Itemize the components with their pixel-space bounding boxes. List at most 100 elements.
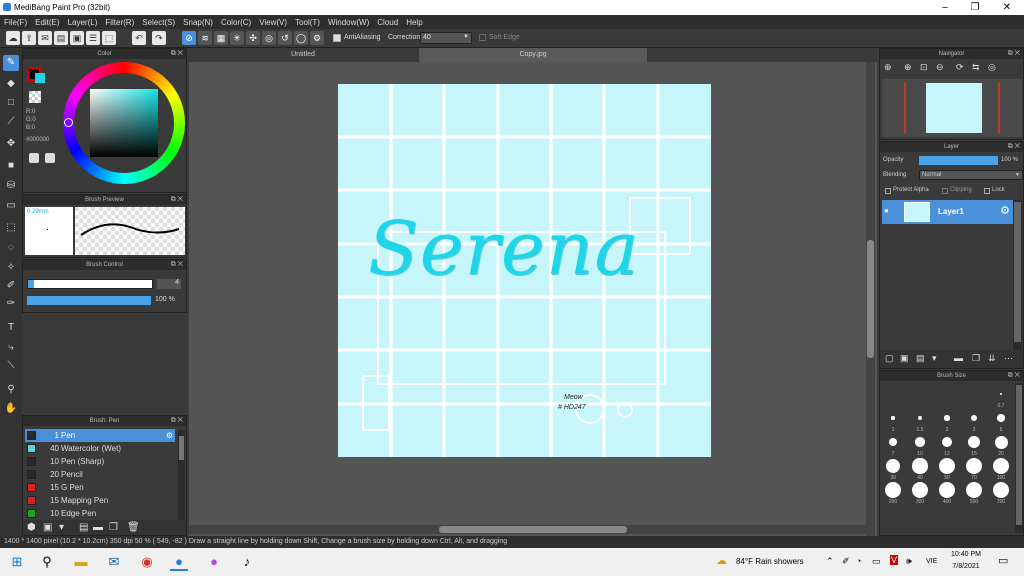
divide-tool-icon[interactable]: ⟍ <box>3 358 19 374</box>
drawing-canvas[interactable]: Serena Meow # HD247 <box>338 84 711 457</box>
undo-icon[interactable]: ↶ <box>132 31 146 45</box>
add-layer-menu-icon[interactable]: ▾ <box>932 353 937 364</box>
hue-wheel[interactable] <box>63 62 185 184</box>
palette-icon[interactable] <box>29 153 39 163</box>
protect-alpha-checkbox[interactable] <box>885 188 891 194</box>
close-button[interactable]: ✕ <box>992 1 1022 14</box>
redo-icon[interactable]: ↷ <box>152 31 166 45</box>
menu-help[interactable]: Help <box>406 18 422 27</box>
soft-edge-checkbox[interactable] <box>479 34 486 41</box>
magic-wand-tool-icon[interactable]: ✧ <box>3 260 19 276</box>
mail-icon[interactable]: ✉ <box>105 553 123 571</box>
add-layer-icon[interactable]: ▢ <box>885 353 894 364</box>
brush-item-mapping-pen[interactable]: 15 Mapping Pen <box>25 494 175 507</box>
brush-item-pencil[interactable]: 20 Pencil <box>25 468 175 481</box>
layer-scrollbar[interactable] <box>1013 200 1022 350</box>
export-icon[interactable]: ⬚ <box>102 31 116 45</box>
menu-snap[interactable]: Snap(N) <box>183 18 213 27</box>
brush-item-pen-sharp[interactable]: 10 Pen (Sharp) <box>25 455 175 468</box>
grid-snap-icon[interactable]: ▦ <box>214 31 228 45</box>
menu-tool[interactable]: Tool(T) <box>295 18 320 27</box>
correction-select[interactable]: 40 ▼ <box>420 32 472 44</box>
panel-icon[interactable]: ▤ <box>54 31 68 45</box>
snap-off-icon[interactable]: ⊘ <box>182 31 196 45</box>
panel-controls-icon[interactable]: ⧉ ✕ <box>171 416 183 426</box>
windows-start-icon[interactable]: ⊞ <box>8 553 26 571</box>
folder-icon[interactable]: ▬ <box>954 353 963 363</box>
add-halftone-layer-icon[interactable]: ▣ <box>900 353 909 364</box>
fill-rect-tool-icon[interactable]: ■ <box>3 158 19 174</box>
brush-size-dot[interactable] <box>885 482 901 498</box>
volume-icon[interactable]: 🕪 <box>906 556 912 567</box>
flip-icon[interactable]: ⇆ <box>972 62 980 73</box>
move-tool-icon[interactable]: ✥ <box>3 136 19 152</box>
tiktok-icon[interactable]: ♪ <box>238 553 256 571</box>
weather-text[interactable]: 84°F Rain showers <box>736 557 804 566</box>
brush-item-watercolor[interactable]: 40 Watercolor (Wet) <box>25 442 175 455</box>
brush-opacity-slider[interactable] <box>27 296 151 305</box>
file-explorer-icon[interactable]: ▬ <box>72 553 90 571</box>
layer-opacity-slider[interactable] <box>919 156 998 165</box>
folder-icon[interactable]: ▬ <box>93 522 103 533</box>
brush-size-slider[interactable] <box>27 279 153 289</box>
select-pen-tool-icon[interactable]: ✐ <box>3 278 19 294</box>
language-indicator[interactable]: VIE <box>926 558 937 565</box>
brush-size-dot[interactable] <box>966 482 982 498</box>
wifi-icon[interactable]: ◔ <box>856 556 861 566</box>
minimize-button[interactable]: – <box>930 1 960 14</box>
curve-snap-icon[interactable]: ↺ <box>278 31 292 45</box>
brush-list-scrollbar[interactable] <box>178 430 185 520</box>
pen-icon[interactable]: ✐ <box>842 556 850 567</box>
menu-view[interactable]: View(V) <box>259 18 287 27</box>
menu-select[interactable]: Select(S) <box>142 18 175 27</box>
dot-tool-icon[interactable]: □ <box>3 95 19 111</box>
panel-controls-icon[interactable]: ⧉ ✕ <box>1008 371 1020 381</box>
clock-date[interactable]: 7/8/2021 <box>950 563 982 570</box>
brush-size-field[interactable]: 4 <box>157 279 181 289</box>
zoom-out-icon[interactable]: ⊖ <box>936 62 944 73</box>
gradient-tool-icon[interactable]: ▭ <box>3 198 19 214</box>
parallel-snap-icon[interactable]: ≋ <box>198 31 212 45</box>
lasso-tool-icon[interactable]: ◌ <box>3 240 19 256</box>
text-tool-icon[interactable]: T <box>3 320 19 336</box>
blending-select[interactable]: Normal ▼ <box>919 170 1023 180</box>
brush-size-dot[interactable] <box>994 435 1008 449</box>
menu-cloud[interactable]: Cloud <box>377 18 398 27</box>
horizontal-scrollbar[interactable] <box>189 525 866 534</box>
transparent-color-swatch[interactable] <box>29 91 41 103</box>
notification-icon[interactable]: ▭ <box>998 554 1008 567</box>
brush-size-dot[interactable] <box>917 415 923 421</box>
battery-icon[interactable]: ▭ <box>872 556 881 567</box>
panel-controls-icon[interactable]: ⧉ ✕ <box>1008 142 1020 152</box>
brush-size-dot[interactable] <box>966 458 982 474</box>
background-color-swatch[interactable] <box>35 73 45 83</box>
add-8bit-layer-icon[interactable]: ▤ <box>916 353 925 364</box>
fit-icon[interactable]: ⊡ <box>920 62 928 73</box>
duplicate-layer-icon[interactable]: ❐ <box>972 353 980 364</box>
comment-icon[interactable]: ✉ <box>38 31 52 45</box>
cross-snap-icon[interactable]: ✣ <box>246 31 260 45</box>
brush-size-dot[interactable] <box>968 436 980 448</box>
brush-settings-icon[interactable]: ▤ <box>79 522 88 533</box>
layer-row[interactable]: ● Layer1 ⚙ <box>882 200 1013 224</box>
merge-layer-icon[interactable]: ⇊ <box>988 353 996 364</box>
menu-edit[interactable]: Edit(E) <box>35 18 59 27</box>
layer-menu-icon[interactable]: ⋯ <box>1004 353 1013 364</box>
select-tool-icon[interactable]: ⬚ <box>3 220 19 236</box>
panel-controls-icon[interactable]: ⧉ ✕ <box>171 260 183 270</box>
tab-copy-jpg[interactable]: Copy.jpg <box>419 48 647 62</box>
brush-size-dot[interactable] <box>912 458 928 474</box>
settings-snap-icon[interactable]: ⚙ <box>310 31 324 45</box>
brush-item-edge-pen[interactable]: 10 Edge Pen <box>25 507 175 520</box>
page-icon[interactable]: ▣ <box>70 31 84 45</box>
brush-size-dot[interactable] <box>888 437 898 447</box>
brush-options-icon[interactable]: ▾ <box>59 522 64 533</box>
radial-snap-icon[interactable]: ✳ <box>230 31 244 45</box>
chrome-icon[interactable]: ◉ <box>138 553 156 571</box>
copy-brush-icon[interactable]: ❐ <box>109 522 118 533</box>
brush-size-dot[interactable] <box>993 458 1009 474</box>
rotate-icon[interactable]: ⟳ <box>956 62 964 73</box>
maximize-button[interactable]: ❐ <box>960 1 990 14</box>
brush-size-scrollbar[interactable] <box>1015 383 1023 533</box>
brush-size-dot[interactable] <box>944 415 950 421</box>
